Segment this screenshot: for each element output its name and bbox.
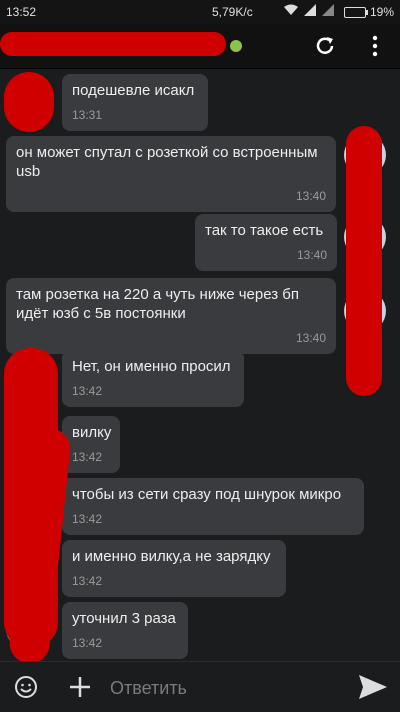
message-time: 13:40 <box>296 248 327 262</box>
message-text: Нет, он именно просил <box>72 358 231 375</box>
message-text: он может спутал с розеткой со встроенным… <box>16 144 318 180</box>
message-text: подешевле исакл <box>72 82 195 99</box>
message-text: там розетка на 220 а чуть ниже через бп … <box>16 286 300 322</box>
message-time: 13:42 <box>72 512 103 526</box>
send-icon[interactable] <box>358 674 388 700</box>
cell-signal-icon <box>322 4 334 16</box>
network-speed: 5,79K/c <box>212 5 253 19</box>
message-time: 13:31 <box>72 108 103 122</box>
message-bubble[interactable]: подешевле исакл 13:31 <box>62 74 208 131</box>
message-text: так то такое есть <box>205 222 324 239</box>
message-text: чтобы из сети сразу под шнурок микро <box>72 486 342 503</box>
message-list[interactable]: подешевле исакл 13:31 он может спутал с … <box>0 68 400 661</box>
wifi-icon <box>284 4 298 15</box>
message-bubble[interactable]: и именно вилку,а не зарядку 13:42 <box>62 540 286 597</box>
message-time: 13:42 <box>72 636 103 650</box>
battery-icon <box>343 6 368 18</box>
message-bubble[interactable]: так то такое есть 13:40 <box>195 214 337 271</box>
cell-signal-icon <box>304 4 316 16</box>
message-bubble[interactable]: уточнил 3 раза 13:42 <box>62 602 188 659</box>
status-bar: 13:52 5,79K/c 19% <box>0 0 400 24</box>
message-bubble[interactable]: он может спутал с розеткой со встроенным… <box>6 136 336 212</box>
message-time: 13:42 <box>72 384 103 398</box>
status-time: 13:52 <box>6 5 37 19</box>
message-bubble[interactable]: там розетка на 220 а чуть ниже через бп … <box>6 278 336 354</box>
attach-plus-icon[interactable] <box>68 675 92 699</box>
message-time: 13:40 <box>295 189 326 203</box>
message-input[interactable] <box>108 672 342 704</box>
message-bubble[interactable]: вилку 13:42 <box>62 416 120 473</box>
redaction-mark <box>346 126 382 396</box>
message-time: 13:42 <box>72 450 103 464</box>
online-indicator <box>230 40 242 52</box>
message-time: 13:40 <box>295 331 326 345</box>
battery: 19% <box>343 5 394 19</box>
message-time: 13:42 <box>72 574 103 588</box>
redaction-mark <box>0 32 226 56</box>
message-bubble[interactable]: чтобы из сети сразу под шнурок микро 13:… <box>62 478 364 535</box>
composer <box>0 661 400 712</box>
redaction-mark <box>4 72 54 132</box>
message-bubble[interactable]: Нет, он именно просил 13:42 <box>62 350 244 407</box>
chat-header <box>0 24 400 69</box>
emoji-icon[interactable] <box>14 675 38 699</box>
refresh-icon[interactable] <box>314 35 336 57</box>
message-text: вилку <box>72 424 112 441</box>
more-options-icon[interactable] <box>370 35 380 57</box>
battery-percent: 19% <box>369 5 394 19</box>
signal-icons <box>284 4 334 16</box>
message-text: и именно вилку,а не зарядку <box>72 548 271 565</box>
message-text: уточнил 3 раза <box>72 610 176 627</box>
